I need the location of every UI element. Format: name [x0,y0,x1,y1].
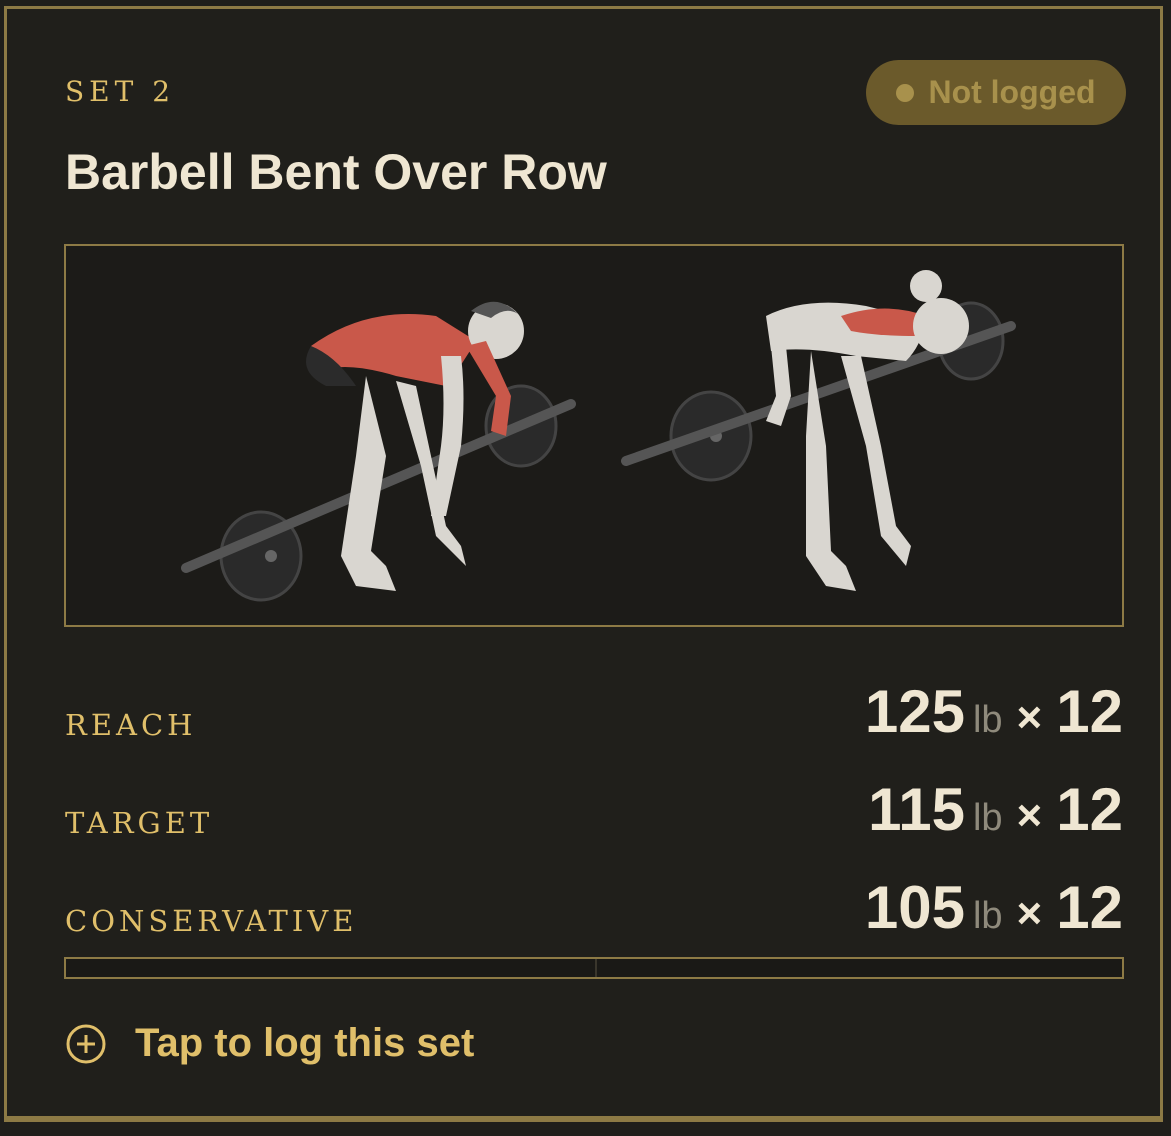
target-unit: lb [972,895,1003,937]
bent-over-row-figure-icon [181,270,1016,602]
times-sign: × [1016,693,1043,742]
target-label: REACH [65,708,197,742]
exercise-title: Barbell Bent Over Row [65,144,607,200]
target-label: CONSERVATIVE [65,904,358,938]
target-value: 105 lb × 12 [865,873,1123,942]
set-number-label: SET 2 [65,75,176,108]
target-reps: 12 [1056,776,1123,843]
status-dot-icon [896,83,915,102]
target-row-conservative: CONSERVATIVE 105 lb × 12 [65,873,1123,942]
target-unit: lb [972,797,1003,839]
set-card: SET 2 Not logged Barbell Bent Over Row R… [4,6,1163,1122]
target-row-target: TARGET 115 lb × 12 [65,775,1123,844]
target-weight: 105 [864,874,965,941]
target-unit: lb [972,699,1003,741]
status-text: Not logged [928,74,1096,110]
target-reps: 12 [1056,678,1123,745]
set-progress-bar [64,957,1124,979]
target-row-reach: REACH 125 lb × 12 [65,677,1123,746]
target-weight: 115 [868,776,965,843]
plus-circle-icon [66,1024,106,1063]
log-set-button[interactable]: Tap to log this set [65,1021,474,1066]
log-set-label: Tap to log this set [135,1021,475,1065]
progress-divider [595,959,597,977]
target-weight: 125 [864,678,965,745]
exercise-illustration [64,244,1124,627]
target-value: 125 lb × 12 [865,677,1123,746]
target-reps: 12 [1056,874,1123,941]
status-badge: Not logged [866,60,1126,125]
times-sign: × [1016,889,1043,938]
times-sign: × [1016,791,1043,840]
target-value: 115 lb × 12 [868,775,1123,844]
target-label: TARGET [65,806,214,840]
